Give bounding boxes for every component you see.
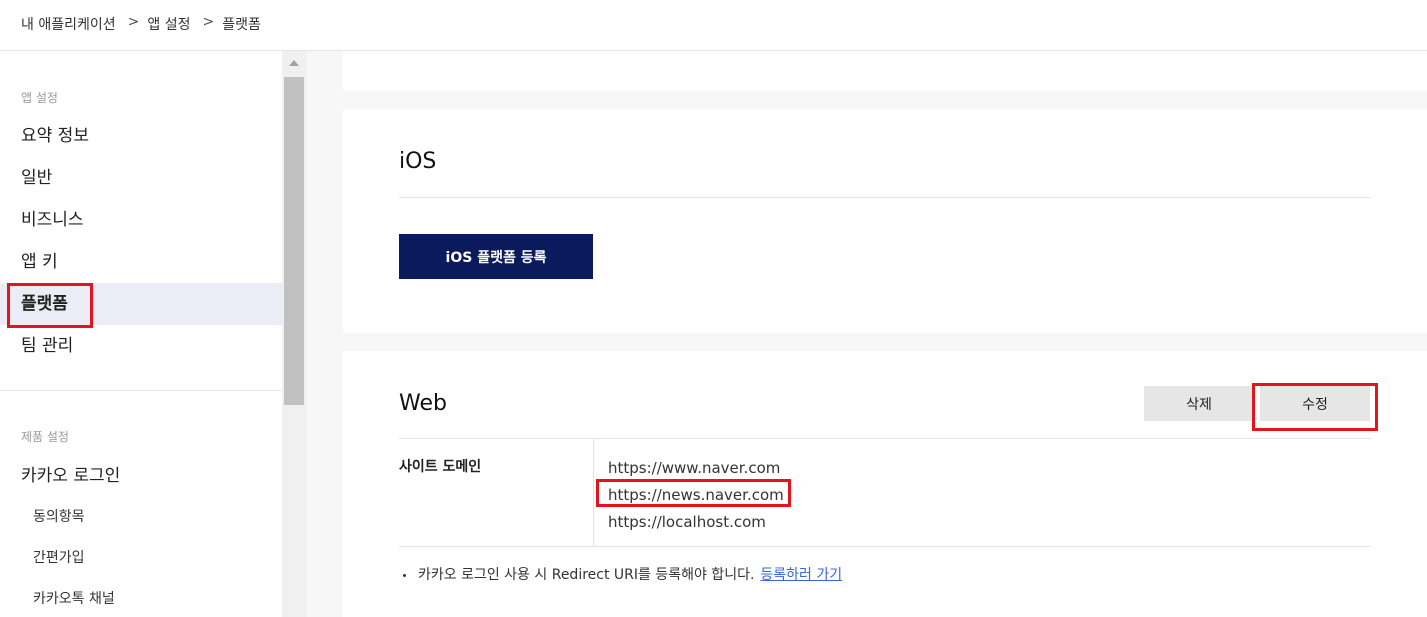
web-column-divider	[593, 438, 594, 546]
breadcrumb: 내 애플리케이션 > 앱 설정 > 플랫폼	[21, 14, 261, 34]
site-domain-label: 사이트 도메인	[399, 459, 482, 475]
sidebar-item-app-keys[interactable]: 앱 키	[0, 241, 282, 283]
main-content: iOS iOS 플랫폼 등록 Web 삭제 수정 사이트 도메인 https:/…	[306, 51, 1427, 617]
highlight-domain	[596, 479, 791, 507]
domain-item: https://www.naver.com	[608, 459, 781, 477]
sidebar-item-kakao-login[interactable]: 카카오 로그인	[0, 455, 282, 497]
highlight-platform	[7, 283, 93, 328]
redirect-note-text: 카카오 로그인 사용 시 Redirect URI를 등록해야 합니다.	[418, 567, 755, 583]
sidebar-section-product-settings: 제품 설정	[21, 430, 69, 444]
breadcrumb-my-apps[interactable]: 내 애플리케이션	[21, 14, 116, 34]
sidebar-item-business[interactable]: 비즈니스	[0, 199, 282, 241]
domain-item: https://localhost.com	[608, 513, 766, 531]
redirect-note: 카카오 로그인 사용 시 Redirect URI를 등록해야 합니다. 등록하러…	[403, 564, 842, 584]
sidebar-item-general[interactable]: 일반	[0, 157, 282, 199]
breadcrumb-separator: >	[127, 14, 140, 30]
arrow-up-icon	[289, 60, 299, 66]
scroll-up-arrow[interactable]	[282, 51, 306, 75]
web-title: Web	[399, 391, 447, 416]
ios-divider	[399, 197, 1371, 198]
breadcrumb-app-settings[interactable]: 앱 설정	[147, 14, 190, 34]
breadcrumb-separator: >	[202, 14, 215, 30]
top-bar: 내 애플리케이션 > 앱 설정 > 플랫폼	[0, 0, 1427, 51]
register-redirect-link[interactable]: 등록하러 가기	[760, 567, 842, 583]
scroll-thumb[interactable]	[284, 77, 304, 405]
sidebar-subitem-kakaotalk-channel[interactable]: 카카오톡 채널	[0, 581, 282, 617]
sidebar: 앱 설정 요약 정보 일반 비즈니스 앱 키 플랫폼 팀 관리 제품 설정 카카…	[0, 51, 282, 617]
card-previous	[343, 51, 1427, 91]
bullet-icon	[403, 573, 406, 577]
ios-register-button[interactable]: iOS 플랫폼 등록	[399, 234, 593, 279]
web-card: Web 삭제 수정 사이트 도메인 https://www.naver.com …	[343, 351, 1427, 617]
ios-title: iOS	[399, 149, 437, 174]
ios-card: iOS iOS 플랫폼 등록	[343, 109, 1427, 333]
sidebar-item-team[interactable]: 팀 관리	[0, 325, 282, 367]
sidebar-subitem-consent[interactable]: 동의항목	[0, 499, 282, 535]
highlight-edit-button	[1252, 383, 1378, 431]
sidebar-subitem-simple-signup[interactable]: 간편가입	[0, 540, 282, 576]
breadcrumb-platform: 플랫폼	[222, 17, 261, 33]
sidebar-item-summary[interactable]: 요약 정보	[0, 115, 282, 157]
delete-button[interactable]: 삭제	[1144, 386, 1254, 421]
web-divider-bottom	[399, 546, 1371, 547]
sidebar-divider	[0, 390, 282, 391]
web-divider-top	[399, 438, 1371, 439]
sidebar-scrollbar[interactable]	[282, 51, 306, 617]
sidebar-section-app-settings: 앱 설정	[21, 91, 58, 105]
